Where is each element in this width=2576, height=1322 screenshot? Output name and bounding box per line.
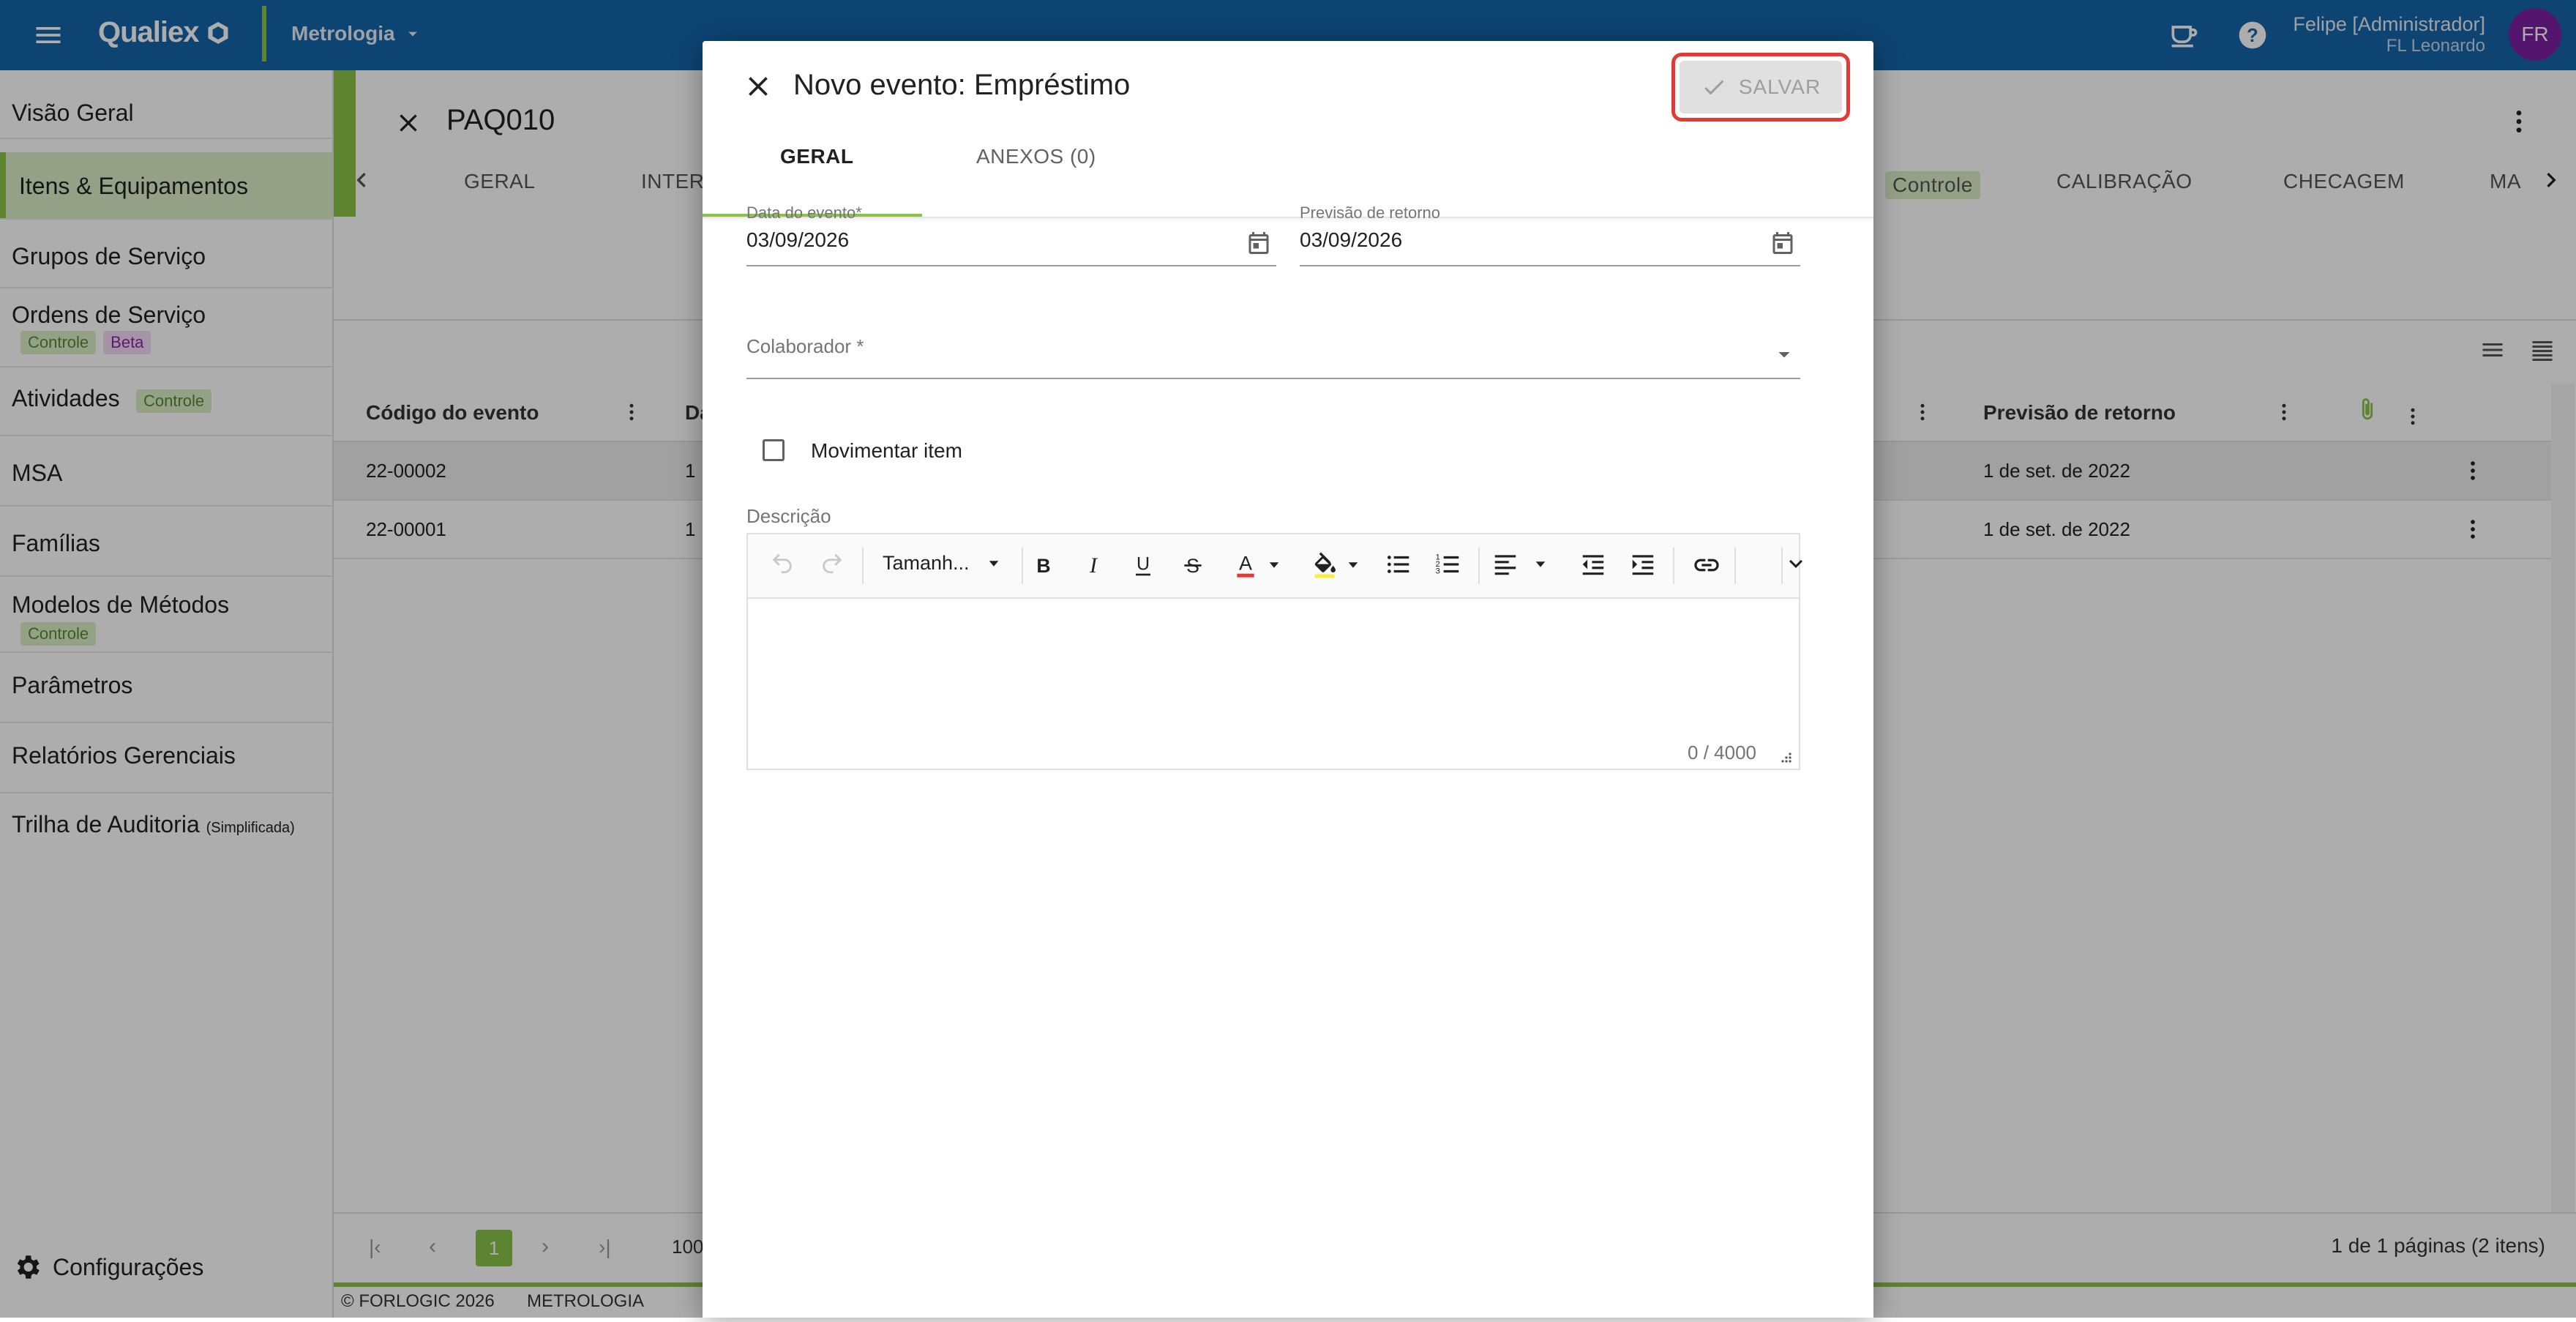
character-counter: 0 / 4000	[1688, 742, 1756, 763]
dropdown-arrow-icon	[1771, 341, 1797, 367]
calendar-icon[interactable]	[1246, 230, 1272, 256]
caret-down-icon	[1535, 561, 1546, 567]
description-editor: Tamanh... B I U S A 1 2 3 0 / 4000	[746, 533, 1802, 770]
bold-icon[interactable]: B	[1029, 550, 1058, 580]
svg-text:A: A	[1239, 553, 1252, 575]
indent-icon[interactable]	[1629, 550, 1657, 578]
text-color-icon: A	[1237, 553, 1254, 578]
svg-text:U: U	[1137, 554, 1150, 575]
field-underline	[746, 378, 1800, 379]
caret-down-icon	[989, 560, 998, 567]
calendar-icon[interactable]	[1770, 230, 1796, 256]
field-underline	[746, 265, 1276, 266]
new-event-dialog: Novo evento: Empréstimo SALVAR GERAL ANE…	[703, 41, 1873, 1318]
svg-text:B: B	[1036, 555, 1050, 577]
move-item-label: Movimentar item	[811, 439, 962, 462]
strikethrough-icon[interactable]: S	[1178, 550, 1208, 580]
fill-color-icon	[1314, 552, 1336, 578]
resize-handle-icon[interactable]	[1778, 751, 1793, 766]
numbered-list-icon[interactable]: 123	[1434, 550, 1462, 578]
underline-icon[interactable]: U	[1128, 550, 1158, 580]
link-icon[interactable]	[1692, 550, 1721, 580]
redo-icon[interactable]	[820, 550, 845, 575]
undo-icon[interactable]	[770, 550, 795, 575]
tab-anexos[interactable]: ANEXOS (0)	[976, 145, 1096, 168]
font-size-select[interactable]: Tamanh...	[883, 552, 1005, 575]
check-icon	[1701, 74, 1727, 100]
caret-down-icon	[1348, 562, 1358, 568]
event-date-field[interactable]: Data do evento* 03/09/2026	[746, 203, 1276, 277]
editor-toolbar: Tamanh... B I U S A 1 2 3	[748, 534, 1802, 599]
caret-down-icon	[1269, 562, 1279, 568]
description-label: Descrição	[746, 505, 831, 527]
close-dialog-icon[interactable]	[742, 70, 774, 102]
italic-icon[interactable]: I	[1079, 550, 1108, 580]
tab-geral[interactable]: GERAL	[780, 145, 854, 168]
outdent-icon[interactable]	[1579, 550, 1607, 578]
chevron-down-icon[interactable]	[1783, 550, 1809, 577]
align-left-icon	[1494, 555, 1516, 575]
save-highlight: SALVAR	[1671, 53, 1850, 122]
collaborator-select[interactable]: Colaborador *	[746, 332, 1800, 382]
highlight-color-button[interactable]	[1310, 550, 1364, 580]
description-textarea[interactable]	[748, 597, 1799, 769]
field-underline	[1300, 265, 1800, 266]
align-button[interactable]	[1491, 550, 1551, 578]
text-color-button[interactable]: A	[1231, 550, 1285, 580]
move-item-checkbox[interactable]	[763, 439, 785, 461]
svg-text:3: 3	[1436, 567, 1440, 576]
return-date-field[interactable]: Previsão de retorno 03/09/2026	[1300, 203, 1800, 277]
svg-text:I: I	[1089, 553, 1098, 578]
dialog-title: Novo evento: Empréstimo	[793, 69, 1131, 101]
bullet-list-icon[interactable]	[1385, 550, 1412, 578]
save-button[interactable]: SALVAR	[1680, 61, 1842, 113]
